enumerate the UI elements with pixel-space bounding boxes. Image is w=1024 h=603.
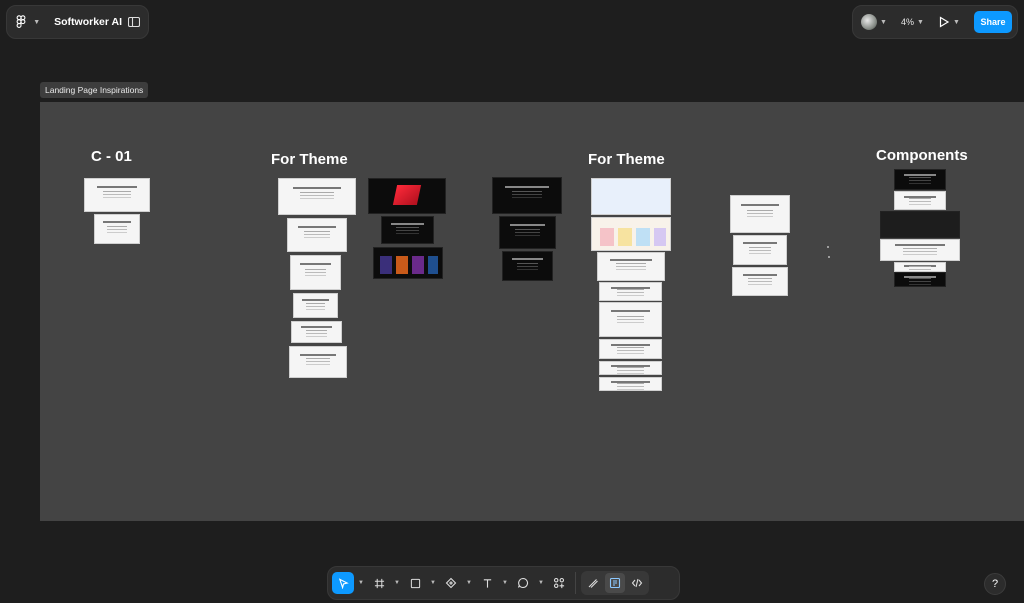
design-thumbnail[interactable] [894, 191, 946, 210]
collaborators[interactable]: ▼ [861, 14, 887, 30]
design-thumbnail[interactable] [894, 272, 946, 287]
avatar[interactable] [861, 14, 877, 30]
section-heading-theme-1[interactable]: For Theme [271, 151, 348, 168]
file-name[interactable]: Softworker AI [54, 16, 122, 28]
chevron-down-icon[interactable]: ▼ [355, 580, 367, 586]
help-button[interactable]: ? [984, 573, 1006, 595]
section-heading-c01[interactable]: C - 01 [91, 148, 132, 165]
design-thumbnail[interactable] [894, 169, 946, 190]
chevron-down-icon[interactable]: ▼ [535, 580, 547, 586]
actions-icon[interactable] [548, 572, 570, 594]
chevron-down-icon[interactable]: ▼ [917, 19, 924, 26]
design-thumbnail[interactable] [84, 178, 150, 212]
comment-icon[interactable] [512, 572, 534, 594]
design-thumbnail[interactable] [599, 339, 662, 359]
design-thumbnail[interactable] [287, 218, 347, 252]
canvas-dot [827, 246, 829, 248]
pen-icon[interactable] [440, 572, 462, 594]
section-heading-components[interactable]: Components [876, 147, 968, 164]
file-panel: ▼ Softworker AI [6, 5, 149, 39]
share-button[interactable]: Share [973, 11, 1012, 33]
chevron-down-icon[interactable]: ▼ [499, 580, 511, 586]
design-thumbnail[interactable] [599, 377, 662, 391]
design-thumbnail[interactable] [730, 195, 790, 233]
mode-switcher [581, 571, 649, 595]
design-thumbnail[interactable] [293, 293, 338, 318]
present-play-icon[interactable] [938, 16, 950, 28]
canvas-frame[interactable] [40, 102, 1024, 521]
design-thumbnail[interactable] [880, 211, 960, 238]
frame-hash-icon[interactable] [368, 572, 390, 594]
main-menu-chevron-icon[interactable]: ▼ [33, 19, 40, 26]
design-thumbnail[interactable] [502, 251, 553, 281]
design-thumbnail[interactable] [492, 177, 562, 214]
design-thumbnail[interactable] [290, 255, 341, 290]
canvas-dot [828, 256, 830, 258]
text-icon[interactable] [476, 572, 498, 594]
draw-mode-icon[interactable] [583, 573, 603, 593]
design-thumbnail[interactable] [591, 217, 671, 251]
design-mode-icon[interactable] [605, 573, 625, 593]
design-thumbnail[interactable] [94, 214, 140, 244]
design-thumbnail[interactable] [373, 247, 443, 279]
header-right-panel: ▼ 4% ▼ ▼ Share [852, 5, 1018, 39]
chevron-down-icon[interactable]: ▼ [953, 19, 960, 26]
design-thumbnail[interactable] [599, 361, 662, 375]
design-thumbnail[interactable] [880, 239, 960, 261]
move-cursor-icon[interactable] [332, 572, 354, 594]
zoom-control[interactable]: 4% ▼ [901, 17, 924, 27]
chevron-down-icon[interactable]: ▼ [391, 580, 403, 586]
toolbar-divider [575, 572, 576, 594]
design-thumbnail[interactable] [894, 262, 946, 272]
design-thumbnail[interactable] [381, 216, 434, 244]
present-control[interactable]: ▼ [938, 16, 960, 28]
chevron-down-icon[interactable]: ▼ [463, 580, 475, 586]
rectangle-icon[interactable] [404, 572, 426, 594]
design-thumbnail[interactable] [599, 302, 662, 337]
chevron-down-icon[interactable]: ▼ [880, 19, 887, 26]
design-thumbnail[interactable] [278, 178, 356, 215]
design-thumbnail[interactable] [732, 267, 788, 296]
sidebar-toggle-icon[interactable] [128, 13, 140, 31]
design-thumbnail[interactable] [499, 216, 556, 249]
dev-mode-icon[interactable] [627, 573, 647, 593]
design-thumbnail[interactable] [591, 178, 671, 215]
section-heading-theme-2[interactable]: For Theme [588, 151, 665, 168]
bottom-toolbar: ▼ ▼ ▼ ▼ ▼ ▼ [327, 566, 680, 600]
design-thumbnail[interactable] [289, 346, 347, 378]
frame-label[interactable]: Landing Page Inspirations [40, 82, 149, 98]
design-thumbnail[interactable] [368, 178, 446, 214]
design-thumbnail[interactable] [597, 252, 665, 281]
design-thumbnail[interactable] [291, 321, 342, 343]
figma-logo-icon[interactable] [15, 11, 27, 33]
zoom-level[interactable]: 4% [901, 17, 914, 27]
design-thumbnail[interactable] [733, 235, 787, 265]
chevron-down-icon[interactable]: ▼ [427, 580, 439, 586]
design-thumbnail[interactable] [599, 282, 662, 301]
